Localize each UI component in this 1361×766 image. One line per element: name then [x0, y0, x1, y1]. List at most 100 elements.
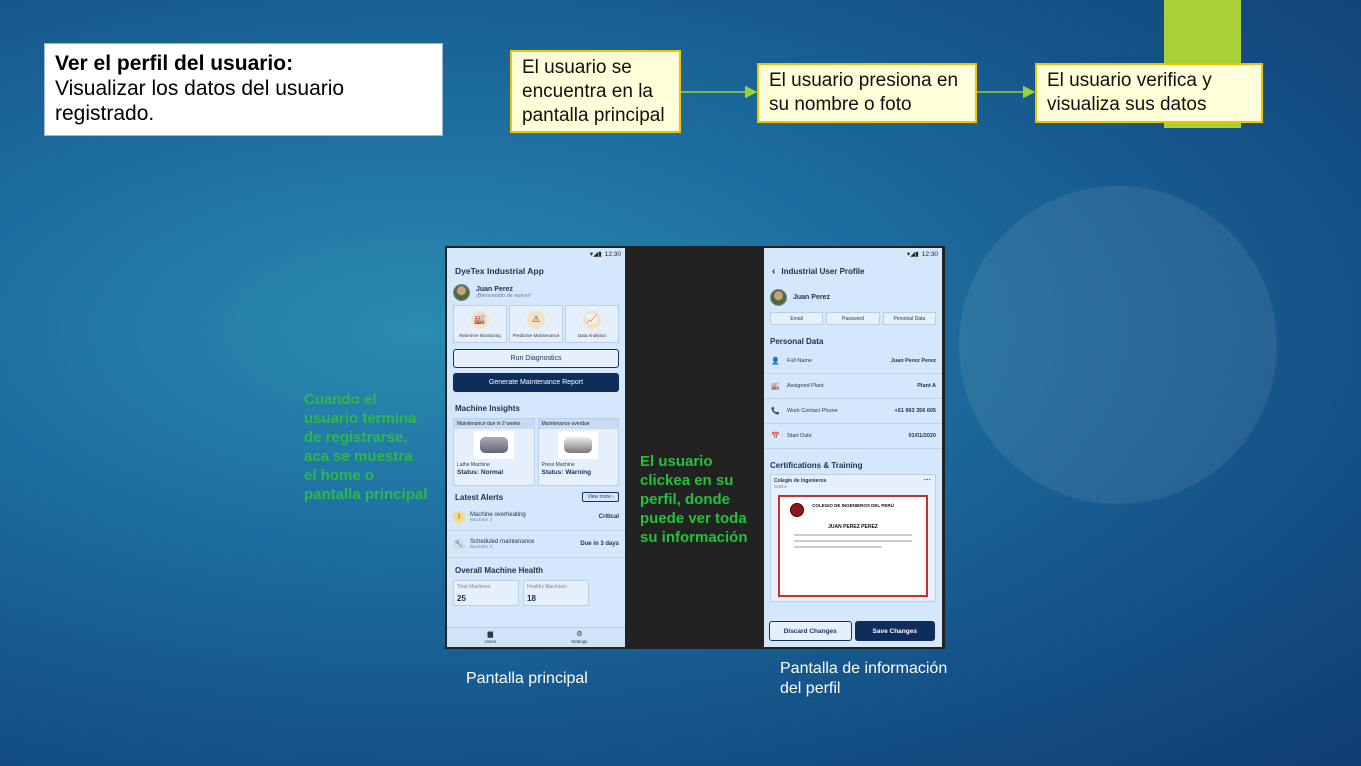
- step-2-text: El usuario presiona en su nombre o foto: [769, 70, 959, 115]
- machine-image: [558, 431, 599, 459]
- profile-user: Juan Perez: [764, 283, 942, 312]
- row-assigned-plant[interactable]: 🏭 Assigned Plant Plant A: [764, 374, 942, 399]
- row-label: Start Date: [787, 433, 812, 439]
- step-2-box: El usuario presiona en su nombre o foto: [757, 63, 977, 123]
- row-work-phone[interactable]: 📞 Work Contact Phone +51 963 356 605: [764, 399, 942, 424]
- profile-tabs: Email Password Personal Data: [764, 312, 942, 325]
- save-changes-button[interactable]: Save Changes: [854, 621, 935, 641]
- stat-value: 18: [527, 594, 536, 603]
- section-title-alerts: Latest Alerts: [455, 492, 504, 502]
- tile-label: Predictive Maintenance: [512, 332, 560, 338]
- card-name: Press Machine: [541, 462, 575, 468]
- feature-tiles: 🏭 Real-time Monitoring ⚠ Predictive Main…: [447, 305, 625, 343]
- machine-image: [473, 431, 514, 459]
- tile-label: Real-time Monitoring: [459, 332, 501, 338]
- alert-item[interactable]: ! Machine overheating Machine 3 Critical: [447, 504, 625, 531]
- slide-title: Ver el perfil del usuario:: [55, 52, 294, 75]
- back-icon[interactable]: ‹: [772, 266, 775, 277]
- avatar: [770, 289, 787, 306]
- card-status: Status: Normal: [457, 469, 504, 476]
- diploma-name: JUAN PEREZ PEREZ: [828, 524, 878, 530]
- tile-realtime-monitoring[interactable]: 🏭 Real-time Monitoring: [453, 305, 507, 343]
- wifi-icon: ▾◢▮: [589, 251, 602, 258]
- screens-panel: ▾◢▮ 12:30 DyeTex Industrial App Juan Per…: [445, 246, 945, 649]
- section-title-personal: Personal Data: [770, 337, 824, 346]
- card-name: Lathe Machine: [457, 462, 490, 468]
- app-title: DyeTex Industrial App: [455, 266, 544, 276]
- row-label: Assigned Plant: [787, 383, 824, 389]
- machine-card[interactable]: Maintenance overdue Press Machine Status…: [537, 418, 619, 486]
- stat-total-machines: Total Machines 25: [453, 580, 519, 606]
- step-1-box: El usuario se encuentra en la pantalla p…: [510, 50, 681, 133]
- gear-icon: ⚙: [576, 631, 583, 638]
- warning-icon: ⚠: [527, 310, 545, 329]
- diploma-title: COLEGIO DE INGENIEROS DEL PERÚ: [812, 503, 894, 508]
- caption-home: Pantalla principal: [466, 670, 588, 687]
- calendar-icon: 📅: [771, 433, 780, 440]
- generate-report-button[interactable]: Generate Maintenance Report: [453, 373, 619, 392]
- view-more-button[interactable]: View more ›: [582, 492, 619, 502]
- machine-card[interactable]: Maintenance due in 2 weeks Lathe Machine…: [453, 418, 535, 486]
- tile-predictive-maintenance[interactable]: ⚠ Predictive Maintenance: [509, 305, 563, 343]
- alert-sub: Machine 4: [470, 544, 493, 550]
- user-header[interactable]: Juan Perez ¡Bienvenido de nuevo!: [447, 282, 625, 305]
- tab-email[interactable]: Email: [770, 312, 824, 325]
- user-greeting: ¡Bienvenido de nuevo!: [476, 293, 531, 299]
- alert-sub: Machine 3: [470, 517, 493, 523]
- cert-sub: Online: [774, 484, 788, 489]
- profile-header: ‹ Industrial User Profile: [764, 260, 942, 283]
- step-3-box: El usuario verifica y visualiza sus dato…: [1035, 63, 1263, 123]
- row-label: Full Name: [787, 358, 813, 364]
- home-screen: ▾◢▮ 12:30 DyeTex Industrial App Juan Per…: [447, 248, 625, 647]
- card-header: Maintenance overdue: [538, 419, 618, 429]
- stat-label: Healthy Machines: [527, 584, 567, 590]
- avatar[interactable]: [453, 284, 470, 301]
- tile-data-analytics[interactable]: 📈 Data Analytics: [565, 305, 619, 343]
- left-note: Cuando el usuario termina de registrarse…: [304, 391, 428, 503]
- certificate-card[interactable]: Colegio de Ingenieros Online ··· COLEGIO…: [770, 474, 936, 602]
- user-icon: 👤: [771, 358, 780, 365]
- profile-screen: ▾◢▮ 12:30 ‹ Industrial User Profile Juan…: [764, 248, 942, 647]
- nav-label: Settings: [571, 639, 588, 644]
- status-time: 12:30: [604, 250, 621, 258]
- run-diagnostics-button[interactable]: Run Diagnostics: [453, 349, 619, 368]
- section-title-health: Overall Machine Health: [455, 566, 544, 575]
- tab-password[interactable]: Password: [826, 312, 880, 325]
- wrench-icon: 🔧: [453, 538, 465, 550]
- row-start-date[interactable]: 📅 Start Date 01/01/2020: [764, 424, 942, 449]
- factory-icon: 🏭: [771, 383, 780, 390]
- alert-severity: Critical: [598, 514, 619, 520]
- status-bar: ▾◢▮ 12:30: [447, 248, 625, 260]
- profile-actions: Discard Changes Save Changes: [769, 621, 935, 641]
- alert-item[interactable]: 🔧 Scheduled maintenance Machine 4 Due in…: [447, 531, 625, 558]
- health-stats: Total Machines 25 Healthy Machines 18: [447, 580, 625, 606]
- tab-personal-data[interactable]: Personal Data: [882, 312, 936, 325]
- nav-settings[interactable]: ⚙ Settings: [571, 631, 587, 644]
- view-more-label: View more: [587, 494, 611, 500]
- diploma-image: COLEGIO DE INGENIEROS DEL PERÚ JUAN PERE…: [778, 495, 928, 597]
- middle-note: El usuario clickea en su perfil, donde p…: [640, 453, 748, 546]
- row-value: 01/01/2020: [908, 433, 936, 439]
- nav-label: Users: [484, 639, 497, 644]
- slide-subtitle: Visualizar los datos del usuario registr…: [55, 77, 345, 125]
- seal-icon: [790, 503, 804, 517]
- step-3-text: El usuario verifica y visualiza sus dato…: [1047, 70, 1212, 115]
- row-value: Juan Perez Perez: [890, 358, 936, 364]
- user-name[interactable]: Juan Perez: [476, 286, 531, 293]
- machine-cards: Maintenance due in 2 weeks Lathe Machine…: [447, 418, 625, 486]
- stat-label: Total Machines: [457, 584, 491, 590]
- status-time: 12:30: [921, 250, 938, 258]
- more-icon[interactable]: ···: [924, 477, 931, 484]
- profile-title: Industrial User Profile: [781, 267, 865, 276]
- discard-changes-button[interactable]: Discard Changes: [769, 621, 852, 641]
- stat-healthy-machines: Healthy Machines 18: [523, 580, 589, 606]
- row-full-name[interactable]: 👤 Full Name Juan Perez Perez: [764, 349, 942, 374]
- nav-users[interactable]: ▆ Users: [484, 631, 496, 644]
- row-label: Work Contact Phone: [787, 408, 838, 414]
- tile-label: Data Analytics: [577, 332, 607, 338]
- row-value: +51 963 356 605: [894, 408, 936, 414]
- chart-icon: 📈: [583, 310, 601, 329]
- card-header: Maintenance due in 2 weeks: [454, 419, 534, 429]
- user-name: Juan Perez: [793, 294, 830, 301]
- alert-due: Due in 3 days: [580, 541, 619, 547]
